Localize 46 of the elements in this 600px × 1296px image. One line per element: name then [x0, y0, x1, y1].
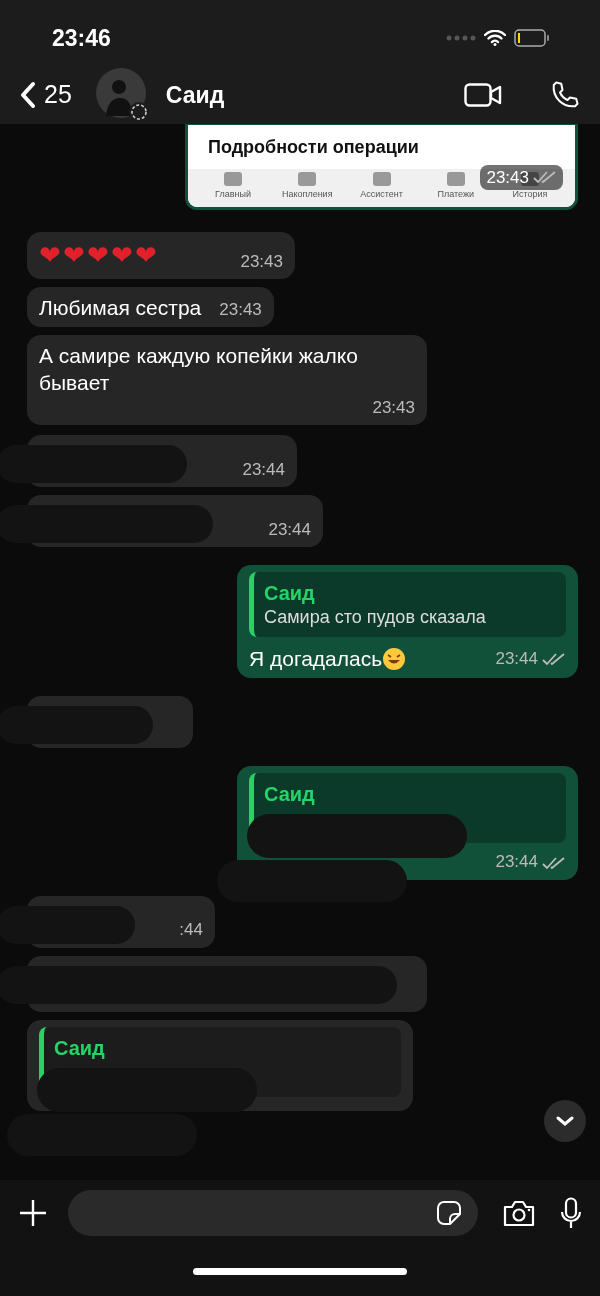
message-field[interactable] [68, 1190, 478, 1236]
tab-icon [298, 172, 317, 186]
tab-icon [372, 172, 391, 186]
tab-icon [224, 172, 242, 186]
message-time: 23:44 [495, 647, 538, 670]
tab-label: Ассистент [360, 188, 403, 201]
video-call-icon[interactable] [464, 83, 502, 107]
battery-icon [514, 29, 550, 47]
back-button[interactable]: 25 [20, 76, 72, 114]
quote-author: Саид [54, 1035, 106, 1061]
message-time: 23:44 [495, 851, 538, 874]
screenshot-title: Подробности операции [207, 135, 420, 159]
tab-icon [446, 172, 465, 186]
phone-icon[interactable] [550, 80, 580, 110]
chevron-down-icon [556, 1116, 574, 1126]
message-text: ❤❤❤❤❤ [39, 239, 159, 272]
back-chevron-icon [20, 81, 36, 109]
read-ticks-icon [542, 855, 566, 870]
tab-label: Главный [215, 188, 251, 201]
message-text: А самире каждую копейки жалко бывает [39, 343, 359, 397]
message-time: 23:43 [219, 299, 262, 321]
plus-icon[interactable] [18, 1198, 48, 1228]
camera-icon[interactable] [502, 1199, 536, 1227]
quote-text: Самира сто пудов сказала [264, 605, 487, 629]
message-text: Я догадалась [249, 646, 383, 673]
status-time: 23:46 [52, 23, 111, 53]
wifi-icon [484, 30, 506, 46]
microphone-icon[interactable] [560, 1197, 582, 1229]
sticker-icon[interactable] [436, 1200, 462, 1226]
message-time: 23:44 [242, 458, 285, 481]
signal-icon [446, 35, 476, 41]
quote-author: Саид [264, 580, 316, 606]
tab-label: История [512, 188, 548, 201]
read-ticks-icon [533, 170, 557, 185]
contact-name[interactable]: Саид [165, 77, 225, 113]
tab-label: Платежи [437, 188, 474, 201]
tab-label: Накопления [281, 188, 333, 201]
message-time: 23:44 [268, 518, 311, 541]
message-time: 23:43 [486, 166, 529, 189]
scroll-down-button[interactable] [544, 1100, 586, 1142]
read-ticks-icon [542, 651, 566, 666]
quote-author: Саид [264, 782, 316, 808]
message-time: :44 [179, 919, 203, 942]
message-text: Любимая сестра [39, 294, 202, 321]
message-time: 23:43 [372, 396, 415, 419]
message-time: 23:43 [240, 250, 283, 273]
